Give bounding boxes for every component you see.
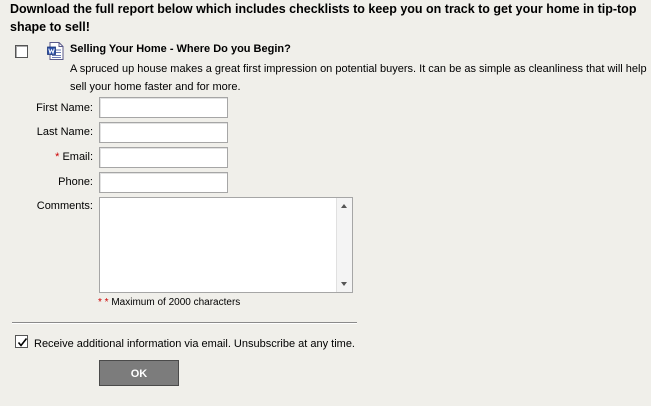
last-name-label: Last Name: (36, 126, 93, 138)
comments-label: Comments: (36, 200, 93, 212)
word-document-icon (47, 42, 64, 60)
scroll-up-icon[interactable] (341, 204, 347, 208)
first-name-input[interactable] (99, 97, 228, 118)
phone-label: Phone: (58, 176, 93, 188)
note-marker: * * (98, 297, 109, 308)
comments-scrollbar[interactable] (336, 198, 352, 292)
report-title: Selling Your Home - Where Do you Begin? (70, 43, 291, 55)
scroll-down-icon[interactable] (341, 282, 347, 286)
email-label: Email: (62, 151, 93, 163)
divider (12, 322, 357, 324)
report-checkbox[interactable] (15, 45, 28, 58)
checkmark-icon (17, 338, 28, 347)
last-name-input[interactable] (99, 122, 228, 143)
required-marker: * (55, 151, 60, 163)
report-description: A spruced up house makes a great first i… (70, 63, 647, 93)
comments-textarea[interactable] (99, 197, 353, 293)
ok-button[interactable]: OK (99, 360, 179, 386)
phone-input[interactable] (99, 172, 228, 193)
comments-max-note: * * Maximum of 2000 characters (98, 297, 240, 309)
intro-text: Download the full report below which inc… (10, 2, 637, 34)
email-optin-checkbox[interactable] (15, 335, 28, 348)
email-label-group: * Email: (0, 150, 93, 164)
email-input[interactable] (99, 147, 228, 168)
first-name-label: First Name: (36, 102, 93, 114)
email-optin-label: Receive additional information via email… (34, 338, 355, 350)
note-text: Maximum of 2000 characters (111, 297, 241, 308)
